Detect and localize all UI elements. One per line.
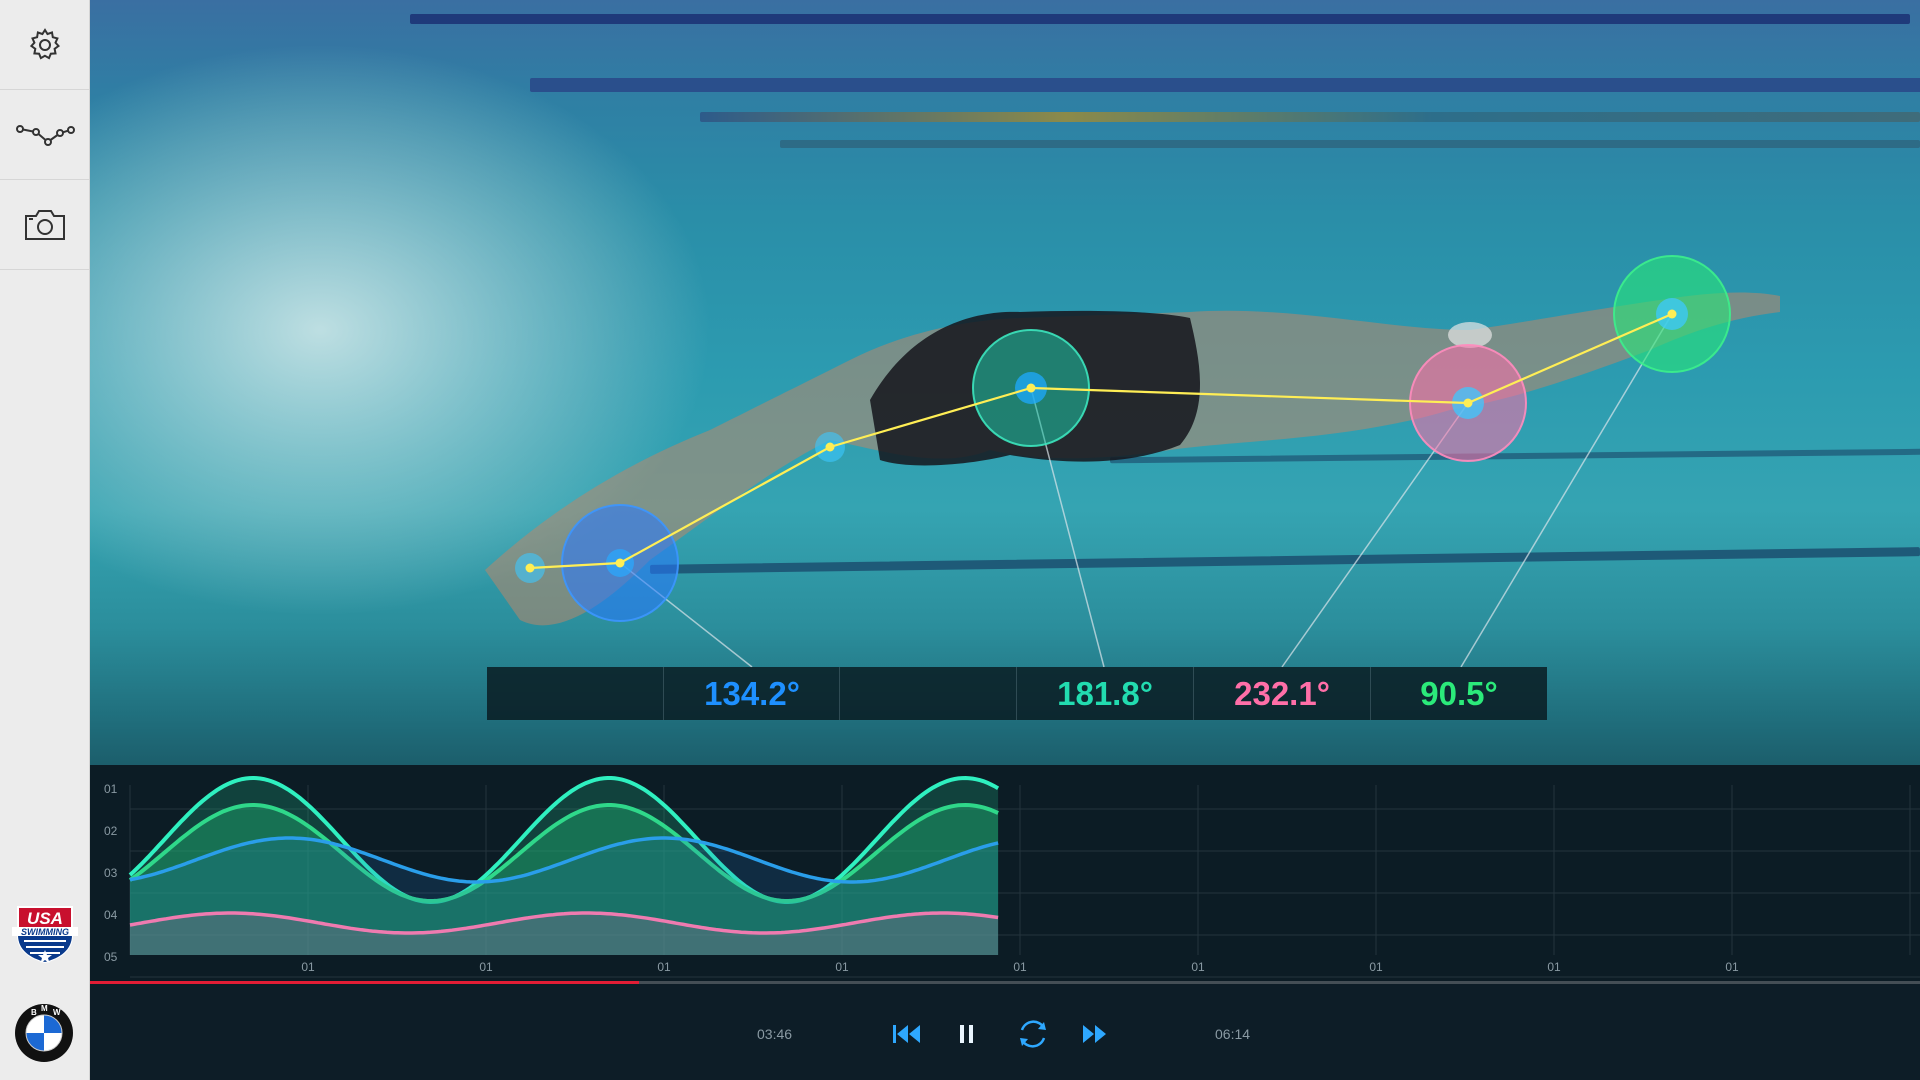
x-tick-label: 01 (301, 960, 315, 974)
camera-button[interactable] (0, 180, 89, 270)
angle-wrist-value: 90.5° (1420, 674, 1498, 712)
angle-shoulder-value: 232.1° (1234, 674, 1330, 712)
x-tick-label: 01 (835, 960, 849, 974)
svg-text:B: B (31, 1008, 37, 1017)
angle-cell-empty (487, 667, 663, 720)
y-tick-label: 04 (104, 908, 118, 922)
replay-button[interactable] (1013, 1014, 1053, 1054)
chart-svg: 01 02 03 04 05 01 01 01 01 01 01 01 01 01 (104, 775, 1920, 978)
pause-icon (960, 1025, 973, 1043)
skip-forward-button[interactable] (1075, 1014, 1115, 1054)
swimming-logo-text: SWIMMING (21, 927, 69, 937)
angle-wrist: 90.5° (1370, 667, 1547, 720)
player-controls: 03:46 06:14 (90, 984, 1920, 1080)
svg-text:M: M (41, 1004, 48, 1013)
pause-button[interactable] (947, 1014, 987, 1054)
chart-series (128, 775, 1000, 955)
y-tick-label: 03 (104, 866, 118, 880)
skip-forward-icon (1083, 1025, 1106, 1043)
node-graph-icon (15, 124, 75, 146)
x-tick-label: 01 (1013, 960, 1027, 974)
settings-button[interactable] (0, 0, 89, 90)
x-tick-label: 01 (1547, 960, 1561, 974)
x-tick-label: 01 (1369, 960, 1383, 974)
angle-hip-value: 181.8° (1057, 674, 1153, 712)
usa-logo-text: USA (27, 909, 63, 928)
x-axis-labels: 01 01 01 01 01 01 01 01 01 (301, 960, 1739, 974)
x-tick-label: 01 (479, 960, 493, 974)
usa-swimming-logo: USA SWIMMING (10, 905, 80, 964)
skip-back-button[interactable] (888, 1014, 928, 1054)
y-tick-label: 05 (104, 950, 118, 964)
waveform-chart[interactable]: 01 02 03 04 05 01 01 01 01 01 01 01 01 01 (90, 765, 1920, 980)
total-time: 06:14 (1215, 1026, 1251, 1042)
svg-text:W: W (53, 1008, 61, 1017)
y-tick-label: 01 (104, 782, 118, 796)
angle-knee-value: 134.2° (704, 674, 800, 712)
angle-cell-empty (839, 667, 1016, 720)
x-tick-label: 01 (1725, 960, 1739, 974)
elapsed-time: 03:46 (757, 1026, 793, 1042)
angle-hip: 181.8° (1016, 667, 1193, 720)
camera-icon (24, 209, 65, 240)
bmw-logo: B M W (14, 1003, 74, 1063)
x-tick-label: 01 (657, 960, 671, 974)
y-tick-label: 02 (104, 824, 118, 838)
angle-knee: 134.2° (663, 667, 840, 720)
angle-shoulder: 232.1° (1193, 667, 1370, 720)
angle-readout-bar: 134.2° 181.8° 232.1° 90.5° (487, 667, 1547, 720)
replay-icon (1020, 1020, 1046, 1048)
x-tick-label: 01 (1191, 960, 1205, 974)
sidebar: USA SWIMMING B M W (0, 0, 90, 1080)
gear-icon (29, 27, 60, 60)
skip-back-icon (893, 1025, 920, 1043)
graph-button[interactable] (0, 90, 89, 180)
y-axis-labels: 01 02 03 04 05 (104, 782, 118, 964)
